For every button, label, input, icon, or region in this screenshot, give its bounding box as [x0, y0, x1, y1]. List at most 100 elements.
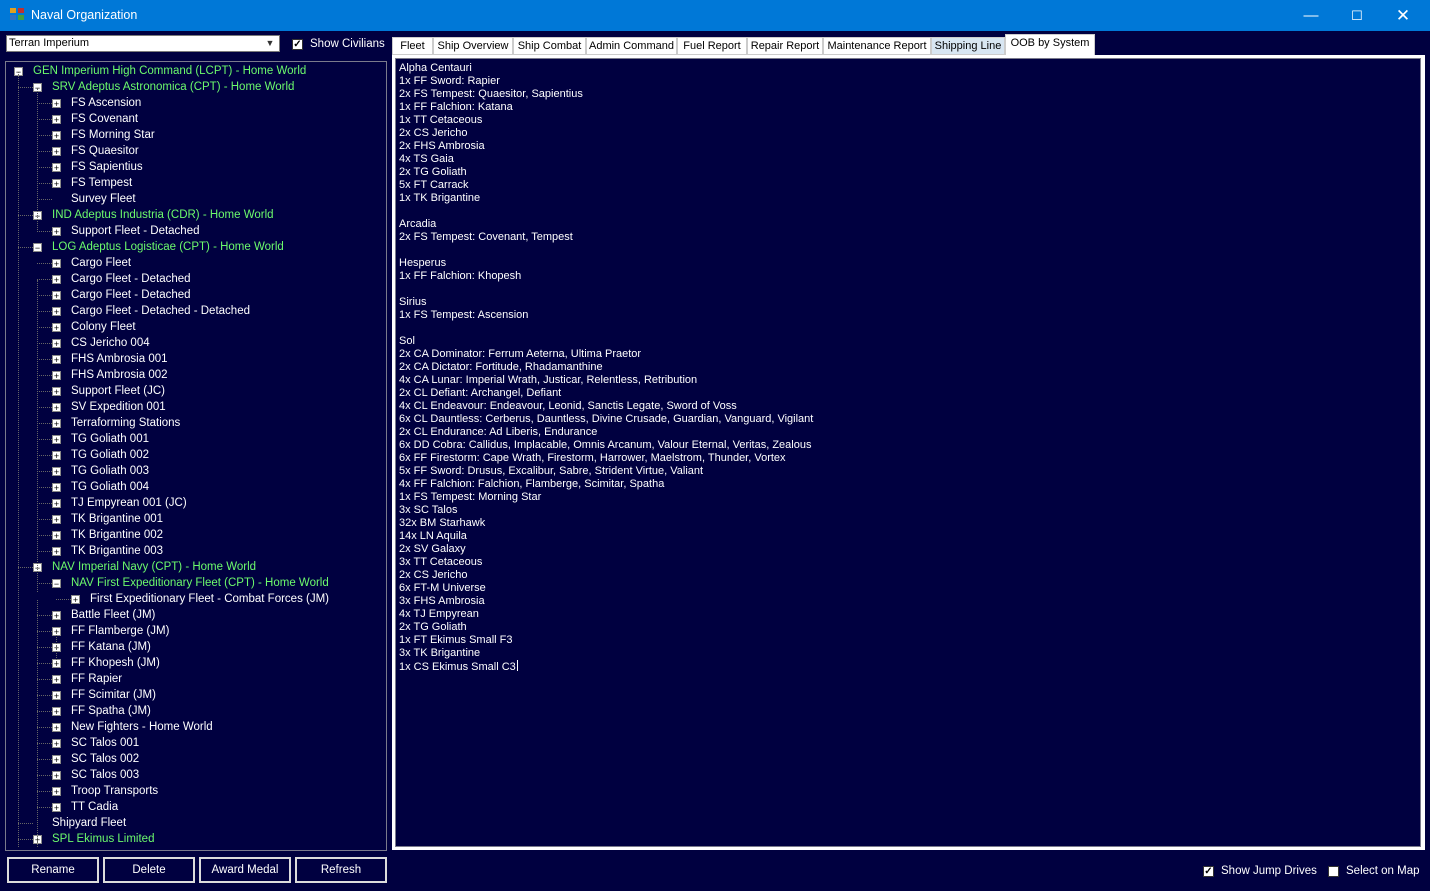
tree-connector [37, 759, 52, 760]
expand-icon[interactable]: + [71, 595, 80, 605]
tab-admin-command[interactable]: Admin Command [586, 37, 677, 55]
select-on-map-label: Select on Map [1346, 865, 1420, 877]
expand-icon[interactable]: + [52, 707, 61, 717]
oob-line: 3x TT Cetaceous [399, 556, 483, 568]
tree-connector [37, 119, 52, 120]
expand-icon[interactable]: + [52, 483, 61, 493]
refresh-button[interactable]: Refresh [295, 857, 387, 883]
expand-icon[interactable]: + [52, 403, 61, 413]
collapse-icon[interactable]: − [33, 243, 42, 253]
oob-line: 6x DD Cobra: Callidus, Implacable, Omnis… [399, 439, 812, 451]
maximize-icon[interactable]: ☐ [1334, 0, 1380, 31]
tree-connector [37, 711, 52, 712]
expand-icon[interactable]: + [52, 755, 61, 765]
select-on-map-checkbox[interactable]: Select on Map [1328, 865, 1420, 877]
fleet-tree[interactable]: − GEN Imperium High Command (LCPT) - Home… [5, 61, 387, 851]
expand-icon[interactable]: + [52, 275, 61, 285]
show-jump-drives-checkbox[interactable]: ✓ Show Jump Drives [1203, 865, 1317, 877]
expand-icon[interactable]: + [52, 515, 61, 525]
tree-node-label: FS Covenant [71, 113, 139, 125]
expand-icon[interactable]: + [52, 179, 61, 189]
tree-connector [37, 743, 52, 744]
expand-icon[interactable]: + [52, 611, 61, 621]
tree-connector [37, 151, 52, 152]
show-civilians-label: Show Civilians [310, 38, 385, 50]
expand-icon[interactable]: + [52, 467, 61, 477]
expand-icon[interactable]: + [52, 435, 61, 445]
tab-fuel-report[interactable]: Fuel Report [677, 37, 747, 55]
delete-button[interactable]: Delete [103, 857, 195, 883]
expand-icon[interactable]: + [52, 307, 61, 317]
tree-connector [37, 455, 52, 456]
expand-icon[interactable]: + [52, 803, 61, 813]
oob-line: 2x TG Goliath [399, 166, 467, 178]
award-medal-button[interactable]: Award Medal [199, 857, 291, 883]
tree-connector [37, 199, 52, 200]
expand-icon[interactable]: + [52, 419, 61, 429]
expand-icon[interactable]: + [52, 547, 61, 557]
oob-line: 4x CL Endeavour: Endeavour, Leonid, Sanc… [399, 400, 737, 412]
expand-icon[interactable]: + [52, 355, 61, 365]
race-select[interactable]: Terran Imperium ▼ [6, 35, 280, 52]
tab-ship-combat[interactable]: Ship Combat [513, 37, 586, 55]
expand-icon[interactable]: + [52, 739, 61, 749]
tree-connector [37, 631, 52, 632]
expand-icon[interactable]: + [52, 387, 61, 397]
tree-node-label: TT Cadia [71, 801, 119, 813]
oob-line: Sol [399, 335, 415, 347]
minimize-icon[interactable]: — [1288, 0, 1334, 31]
tree-node-label: FF Scimitar (JM) [71, 689, 156, 701]
tree-node-label: FF Spatha (JM) [71, 705, 151, 717]
expand-icon[interactable]: + [52, 323, 61, 333]
expand-icon[interactable]: + [52, 131, 61, 141]
expand-icon[interactable]: + [52, 675, 61, 685]
rename-button[interactable]: Rename [7, 857, 99, 883]
oob-line: 1x FF Sword: Rapier [399, 75, 500, 87]
tree-node-label: Cargo Fleet - Detached - Detached [71, 305, 250, 317]
tree-connector [37, 279, 52, 280]
expand-icon[interactable]: + [52, 227, 61, 237]
collapse-icon[interactable]: − [52, 579, 61, 589]
expand-icon[interactable]: + [52, 259, 61, 269]
expand-icon[interactable]: + [52, 531, 61, 541]
tab-repair-report[interactable]: Repair Report [747, 37, 823, 55]
tree-connector [37, 791, 52, 792]
expand-icon[interactable]: + [52, 499, 61, 509]
tab-ship-overview[interactable]: Ship Overview [433, 37, 513, 55]
expand-icon[interactable]: + [52, 115, 61, 125]
tree-node-label: SC Talos 001 [71, 737, 140, 749]
expand-icon[interactable]: + [52, 163, 61, 173]
expand-icon[interactable]: + [52, 787, 61, 797]
oob-line: 1x TT Cetaceous [399, 114, 483, 126]
tab-oob-by-system[interactable]: OOB by System [1005, 34, 1095, 55]
expand-icon[interactable]: + [52, 99, 61, 109]
oob-line: 6x CL Dauntless: Cerberus, Dauntless, Di… [399, 413, 814, 425]
tab-fleet[interactable]: Fleet [392, 37, 433, 55]
expand-icon[interactable]: + [52, 451, 61, 461]
tree-connector [37, 487, 52, 488]
expand-icon[interactable]: + [52, 147, 61, 157]
tree-node-label: Shipyard Fleet [52, 817, 127, 829]
oob-line: 2x CL Endurance: Ad Liberis, Endurance [399, 426, 598, 438]
chevron-down-icon[interactable]: ▼ [263, 37, 277, 50]
expand-icon[interactable]: + [52, 371, 61, 381]
text-caret [516, 660, 518, 671]
expand-icon[interactable]: + [52, 691, 61, 701]
oob-text-area[interactable]: Alpha Centauri 1x FF Sword: Rapier 2x FS T… [395, 58, 1421, 847]
tree-connector [37, 663, 52, 664]
expand-icon[interactable]: + [52, 723, 61, 733]
oob-line: 2x FHS Ambrosia [399, 140, 485, 152]
tab-shipping-line[interactable]: Shipping Line [931, 37, 1005, 55]
expand-icon[interactable]: + [52, 291, 61, 301]
oob-line: Arcadia [399, 218, 437, 230]
tree-connector [37, 231, 52, 232]
tab-maintenance-report[interactable]: Maintenance Report [823, 37, 931, 55]
tree-connector [37, 695, 52, 696]
expand-icon[interactable]: + [52, 339, 61, 349]
oob-line: 1x TK Brigantine [399, 192, 481, 204]
expand-icon[interactable]: + [52, 771, 61, 781]
show-civilians-checkbox[interactable]: ✓ Show Civilians [292, 38, 385, 50]
tree-connector [18, 567, 33, 568]
oob-line: 2x CL Defiant: Archangel, Defiant [399, 387, 562, 399]
close-icon[interactable]: ✕ [1380, 0, 1426, 31]
